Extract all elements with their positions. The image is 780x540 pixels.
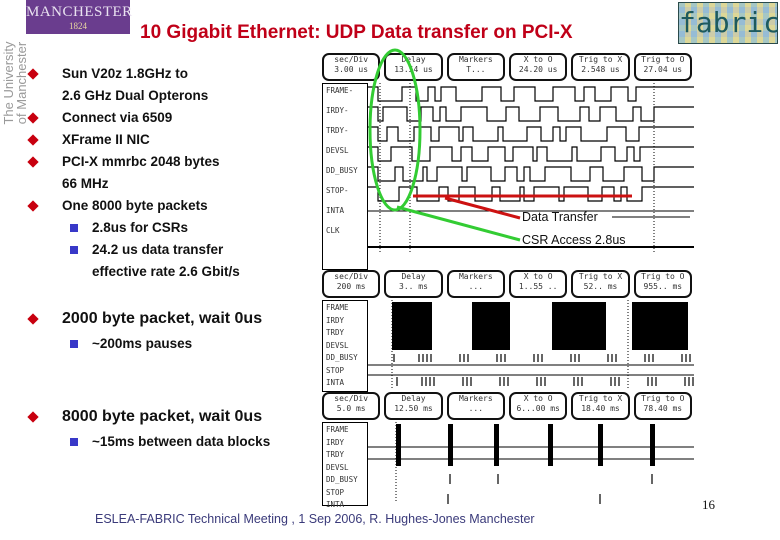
csr-access-label: CSR Access 2.8us <box>522 233 626 247</box>
data-transfer-pointer-line <box>444 196 521 220</box>
csr-ellipse <box>368 48 422 212</box>
footer-text: ESLEA-FABRIC Technical Meeting , 1 Sep 2… <box>95 512 535 526</box>
page-number: 16 <box>702 497 715 512</box>
data-transfer-label: Data Transfer <box>522 210 598 224</box>
annotation-overlay <box>368 48 690 242</box>
